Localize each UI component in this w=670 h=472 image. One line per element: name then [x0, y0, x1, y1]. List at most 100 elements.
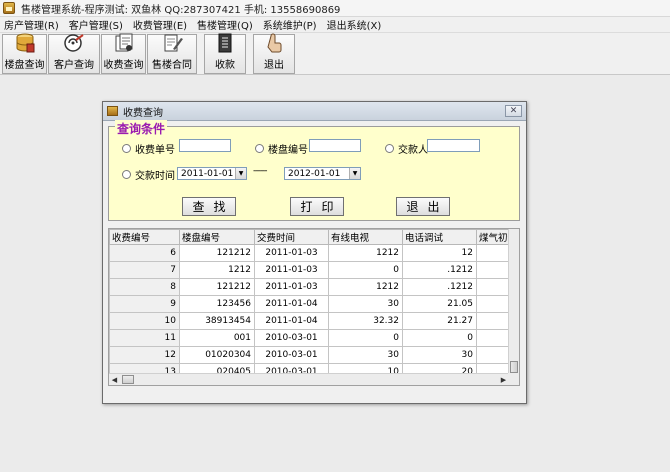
cell-id[interactable]: 6	[109, 244, 180, 262]
vertical-scrollbar[interactable]	[508, 229, 519, 375]
date-from-picker[interactable]: 2011-01-01 ▼	[177, 167, 247, 180]
cell-building[interactable]: 123456	[179, 295, 255, 313]
fee-query-dialog: 收费查询 ✕ 查询条件 收费单号 楼盘编号 交款人 交款时间 2011-01-0…	[102, 101, 527, 404]
search-button[interactable]: 查找	[182, 197, 236, 216]
cell-tv[interactable]: 0	[328, 329, 403, 347]
horizontal-scroll-thumb[interactable]	[122, 375, 134, 384]
cell-date[interactable]: 2011-01-03	[254, 261, 329, 279]
fee-records-grid: 收费编号 楼盘编号 交费时间 有线电视 电话调试 煤气初装 6 121212 2…	[108, 228, 520, 386]
horizontal-scrollbar[interactable]: ◀ ▶	[109, 373, 509, 385]
table-row[interactable]: 8 121212 2011-01-03 1212 .1212	[109, 278, 519, 296]
cell-phone[interactable]: .1212	[402, 278, 477, 296]
table-row[interactable]: 12 01020304 2010-03-01 30 30	[109, 346, 519, 364]
cell-building[interactable]: 38913454	[179, 312, 255, 330]
radio-label: 收费单号	[135, 145, 175, 156]
cell-date[interactable]: 2011-01-04	[254, 312, 329, 330]
payer-input[interactable]	[427, 139, 480, 152]
building-query-button[interactable]: 楼盘查询	[2, 33, 47, 74]
radio-label: 楼盘编号	[268, 145, 308, 156]
column-header[interactable]: 楼盘编号	[179, 229, 255, 245]
cell-building[interactable]: 01020304	[179, 346, 255, 364]
cell-tv[interactable]: 1212	[328, 278, 403, 296]
cell-phone[interactable]: 30	[402, 346, 477, 364]
cell-phone[interactable]: 0	[402, 329, 477, 347]
receipt-no-input[interactable]	[179, 139, 231, 152]
receipt-no-radio[interactable]: 收费单号	[122, 141, 175, 156]
payer-radio[interactable]: 交款人	[385, 141, 428, 156]
radio-label: 交款时间	[135, 171, 175, 182]
cell-date[interactable]: 2011-01-03	[254, 278, 329, 296]
scroll-right-icon[interactable]: ▶	[499, 375, 508, 384]
menu-property[interactable]: 房产管理(R)	[4, 17, 59, 32]
print-button[interactable]: 打印	[290, 197, 344, 216]
cell-tv[interactable]: 0	[328, 261, 403, 279]
cell-tv[interactable]: 30	[328, 295, 403, 313]
menu-fees[interactable]: 收费管理(E)	[133, 17, 187, 32]
building-no-input[interactable]	[309, 139, 361, 152]
date-from-value: 2011-01-01	[181, 168, 234, 179]
column-header[interactable]: 交费时间	[254, 229, 329, 245]
column-header[interactable]: 有线电视	[328, 229, 403, 245]
exit-dialog-button[interactable]: 退出	[396, 197, 450, 216]
customer-query-button[interactable]: 客户查询	[48, 34, 100, 74]
cell-phone[interactable]: 21.05	[402, 295, 477, 313]
cell-tv[interactable]: 1212	[328, 244, 403, 262]
cell-id[interactable]: 7	[109, 261, 180, 279]
cell-id[interactable]: 10	[109, 312, 180, 330]
toolbar-label: 收款	[215, 60, 235, 71]
contract-icon	[160, 32, 184, 54]
cell-building[interactable]: 121212	[179, 278, 255, 296]
cell-date[interactable]: 2010-03-01	[254, 329, 329, 347]
cell-phone[interactable]: .1212	[402, 261, 477, 279]
cell-building[interactable]: 001	[179, 329, 255, 347]
radio-dot	[122, 144, 131, 153]
cell-id[interactable]: 12	[109, 346, 180, 364]
table-row[interactable]: 9 123456 2011-01-04 30 21.05	[109, 295, 519, 313]
cell-date[interactable]: 2011-01-03	[254, 244, 329, 262]
cell-building[interactable]: 121212	[179, 244, 255, 262]
menu-system[interactable]: 系统维护(P)	[263, 17, 317, 32]
dropdown-arrow-icon[interactable]: ▼	[235, 168, 246, 179]
toolbar: 楼盘查询 客户查询 收费查询 售楼合同 收款 退出	[0, 33, 670, 75]
cell-id[interactable]: 11	[109, 329, 180, 347]
toolbar-label: 楼盘查询	[4, 60, 45, 71]
date-separator: ------	[253, 166, 267, 176]
dialog-title-bar[interactable]: 收费查询 ✕	[103, 102, 526, 121]
cell-phone[interactable]: 21.27	[402, 312, 477, 330]
toolbar-label: 退出	[264, 60, 284, 71]
table-row[interactable]: 7 1212 2011-01-03 0 .1212	[109, 261, 519, 279]
menu-sales[interactable]: 售楼管理(Q)	[197, 17, 253, 32]
app-building-icon	[3, 2, 15, 14]
cell-tv[interactable]: 30	[328, 346, 403, 364]
cell-id[interactable]: 9	[109, 295, 180, 313]
column-header[interactable]: 收费编号	[109, 229, 180, 245]
scroll-corner	[508, 373, 519, 385]
menu-exit[interactable]: 退出系统(X)	[327, 17, 382, 32]
cell-phone[interactable]: 12	[402, 244, 477, 262]
menu-customer[interactable]: 客户管理(S)	[69, 17, 123, 32]
table-row[interactable]: 10 38913454 2011-01-04 32.32 21.27	[109, 312, 519, 330]
cell-id[interactable]: 8	[109, 278, 180, 296]
fee-query-button[interactable]: 收费查询	[101, 33, 146, 74]
vertical-scroll-thumb[interactable]	[510, 361, 518, 373]
sales-contract-button[interactable]: 售楼合同	[147, 34, 197, 74]
cell-date[interactable]: 2010-03-01	[254, 346, 329, 364]
radio-dot	[255, 144, 264, 153]
exit-button[interactable]: 退出	[253, 33, 295, 74]
window-title: 售楼管理系统-程序测试: 双鱼林 QQ:287307421 手机: 135586…	[21, 4, 341, 16]
toolbar-label: 售楼合同	[152, 60, 192, 71]
cell-building[interactable]: 1212	[179, 261, 255, 279]
close-icon[interactable]: ✕	[505, 105, 522, 117]
table-row[interactable]: 11 001 2010-03-01 0 0	[109, 329, 519, 347]
cell-date[interactable]: 2011-01-04	[254, 295, 329, 313]
table-row[interactable]: 6 121212 2011-01-03 1212 12	[109, 244, 519, 262]
dropdown-arrow-icon[interactable]: ▼	[349, 168, 360, 179]
payment-time-radio[interactable]: 交款时间	[122, 167, 175, 182]
column-header[interactable]: 电话调试	[402, 229, 477, 245]
receive-payment-button[interactable]: 收款	[204, 33, 246, 74]
cell-tv[interactable]: 32.32	[328, 312, 403, 330]
dialog-app-icon	[107, 106, 118, 116]
scroll-left-icon[interactable]: ◀	[110, 375, 119, 384]
building-no-radio[interactable]: 楼盘编号	[255, 141, 308, 156]
date-to-picker[interactable]: 2012-01-01 ▼	[284, 167, 361, 180]
